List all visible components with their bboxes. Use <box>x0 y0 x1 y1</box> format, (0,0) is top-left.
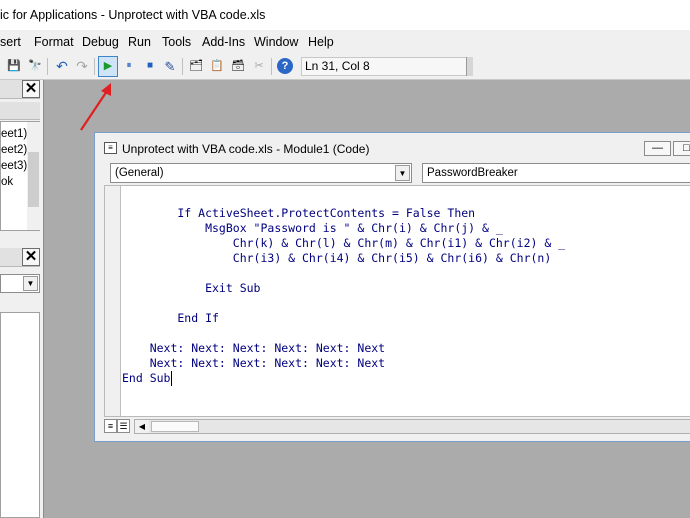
text-caret <box>170 371 172 386</box>
code-line[interactable]: Chr(i3) & Chr(i4) & Chr(i5) & Chr(i6) & … <box>122 251 565 266</box>
standard-toolbar: 💾 🔭 ↶ ↷ ▶ ⏸ ■ ✎ 🗂 📋 🗃 ✂ ? Ln 31, Col 8 <box>0 54 690 80</box>
menu-run[interactable]: Run <box>128 35 151 49</box>
code-window-title-bar: ≡ Unprotect with VBA code.xls - Module1 … <box>95 133 690 163</box>
scroll-left-icon[interactable]: ◀ <box>135 420 149 433</box>
help-icon[interactable]: ? <box>277 58 293 74</box>
code-text[interactable]: If ActiveSheet.ProtectContents = False T… <box>122 206 565 386</box>
properties-window-icon[interactable]: 📋 <box>209 58 225 74</box>
code-line[interactable] <box>122 326 565 341</box>
menu-debug[interactable]: Debug <box>82 35 119 49</box>
tree-scrollbar[interactable] <box>27 122 40 230</box>
toolbar-separator <box>47 58 48 75</box>
code-line[interactable]: End Sub <box>122 371 565 386</box>
project-explorer-icon[interactable]: 🗂 <box>188 58 204 74</box>
app-title: ic for Applications - Unprotect with VBA… <box>0 8 266 22</box>
tree-item-workbook[interactable]: ok <box>1 176 13 188</box>
toolbox-icon[interactable]: ✂ <box>251 58 267 74</box>
project-explorer-pane: ✕ eet1) eet2) eet3) ok ✕ ▼ <box>0 80 44 518</box>
toolbar-grip[interactable] <box>466 57 473 76</box>
full-module-view-icon[interactable]: ☰ <box>117 419 130 433</box>
break-icon[interactable]: ⏸ <box>121 58 137 74</box>
project-pane-toolbar <box>0 102 40 120</box>
tree-item-sheet1[interactable]: eet1) <box>1 128 27 140</box>
code-line[interactable]: Chr(k) & Chr(l) & Chr(m) & Chr(i1) & Chr… <box>122 236 565 251</box>
maximize-button[interactable]: □ <box>673 141 690 156</box>
object-combo-value: (General) <box>115 167 164 179</box>
module-icon: ≡ <box>104 142 117 154</box>
object-browser-icon[interactable]: 🗃 <box>230 58 246 74</box>
chevron-down-icon[interactable]: ▼ <box>23 276 38 291</box>
minimize-button[interactable]: — <box>644 141 671 156</box>
code-line[interactable]: End If <box>122 311 565 326</box>
undo-icon[interactable]: ↶ <box>54 58 70 74</box>
code-line[interactable]: Next: Next: Next: Next: Next: Next <box>122 356 565 371</box>
procedure-combo-value: PasswordBreaker <box>427 167 518 179</box>
scrollbar-thumb[interactable] <box>28 152 39 207</box>
code-line[interactable]: If ActiveSheet.ProtectContents = False T… <box>122 206 565 221</box>
code-line[interactable] <box>122 266 565 281</box>
menu-help[interactable]: Help <box>308 35 334 49</box>
save-icon[interactable]: 💾 <box>6 58 22 74</box>
redo-icon[interactable]: ↷ <box>74 58 90 74</box>
properties-grid[interactable] <box>0 312 40 518</box>
annotation-arrow <box>80 83 111 131</box>
object-combo[interactable]: (General) ▼ <box>110 163 412 183</box>
menu-window[interactable]: Window <box>254 35 298 49</box>
toolbar-separator <box>94 58 95 75</box>
run-sub-button[interactable]: ▶ <box>98 56 118 77</box>
procedure-combo[interactable]: PasswordBreaker <box>422 163 690 183</box>
code-line[interactable]: Next: Next: Next: Next: Next: Next <box>122 341 565 356</box>
menu-bar: sert Format Debug Run Tools Add-Ins Wind… <box>0 30 690 54</box>
code-window: ≡ Unprotect with VBA code.xls - Module1 … <box>94 132 690 442</box>
code-line[interactable]: MsgBox "Password is " & Chr(i) & Chr(j) … <box>122 221 565 236</box>
find-icon[interactable]: 🔭 <box>27 58 43 74</box>
design-mode-icon[interactable]: ✎ <box>162 58 178 74</box>
tree-item-sheet2[interactable]: eet2) <box>1 144 27 156</box>
close-icon[interactable]: ✕ <box>22 248 40 266</box>
properties-object-combo[interactable]: ▼ <box>0 274 40 293</box>
menu-add-ins[interactable]: Add-Ins <box>202 35 245 49</box>
code-line[interactable] <box>122 296 565 311</box>
code-line[interactable]: Exit Sub <box>122 281 565 296</box>
code-window-title: Unprotect with VBA code.xls - Module1 (C… <box>122 142 370 156</box>
chevron-down-icon[interactable]: ▼ <box>395 165 410 181</box>
reset-icon[interactable]: ■ <box>142 58 158 74</box>
menu-insert[interactable]: sert <box>0 35 21 49</box>
toolbar-separator <box>182 58 183 75</box>
code-editor[interactable]: If ActiveSheet.ProtectContents = False T… <box>104 185 690 417</box>
horizontal-scrollbar[interactable]: ◀ <box>134 419 690 434</box>
tree-item-sheet3[interactable]: eet3) <box>1 160 27 172</box>
scrollbar-thumb[interactable] <box>151 421 199 432</box>
toolbar-separator <box>271 58 272 75</box>
menu-tools[interactable]: Tools <box>162 35 191 49</box>
close-icon[interactable]: ✕ <box>22 80 40 98</box>
procedure-view-icon[interactable]: ≡ <box>104 419 117 433</box>
app-title-bar: ic for Applications - Unprotect with VBA… <box>0 0 690 30</box>
menu-format[interactable]: Format <box>34 35 74 49</box>
code-window-footer: ≡ ☰ ◀ <box>104 417 690 435</box>
cursor-position-status: Ln 31, Col 8 <box>301 57 473 76</box>
code-margin-bar[interactable] <box>105 186 121 416</box>
project-tree[interactable]: eet1) eet2) eet3) ok <box>0 121 40 231</box>
